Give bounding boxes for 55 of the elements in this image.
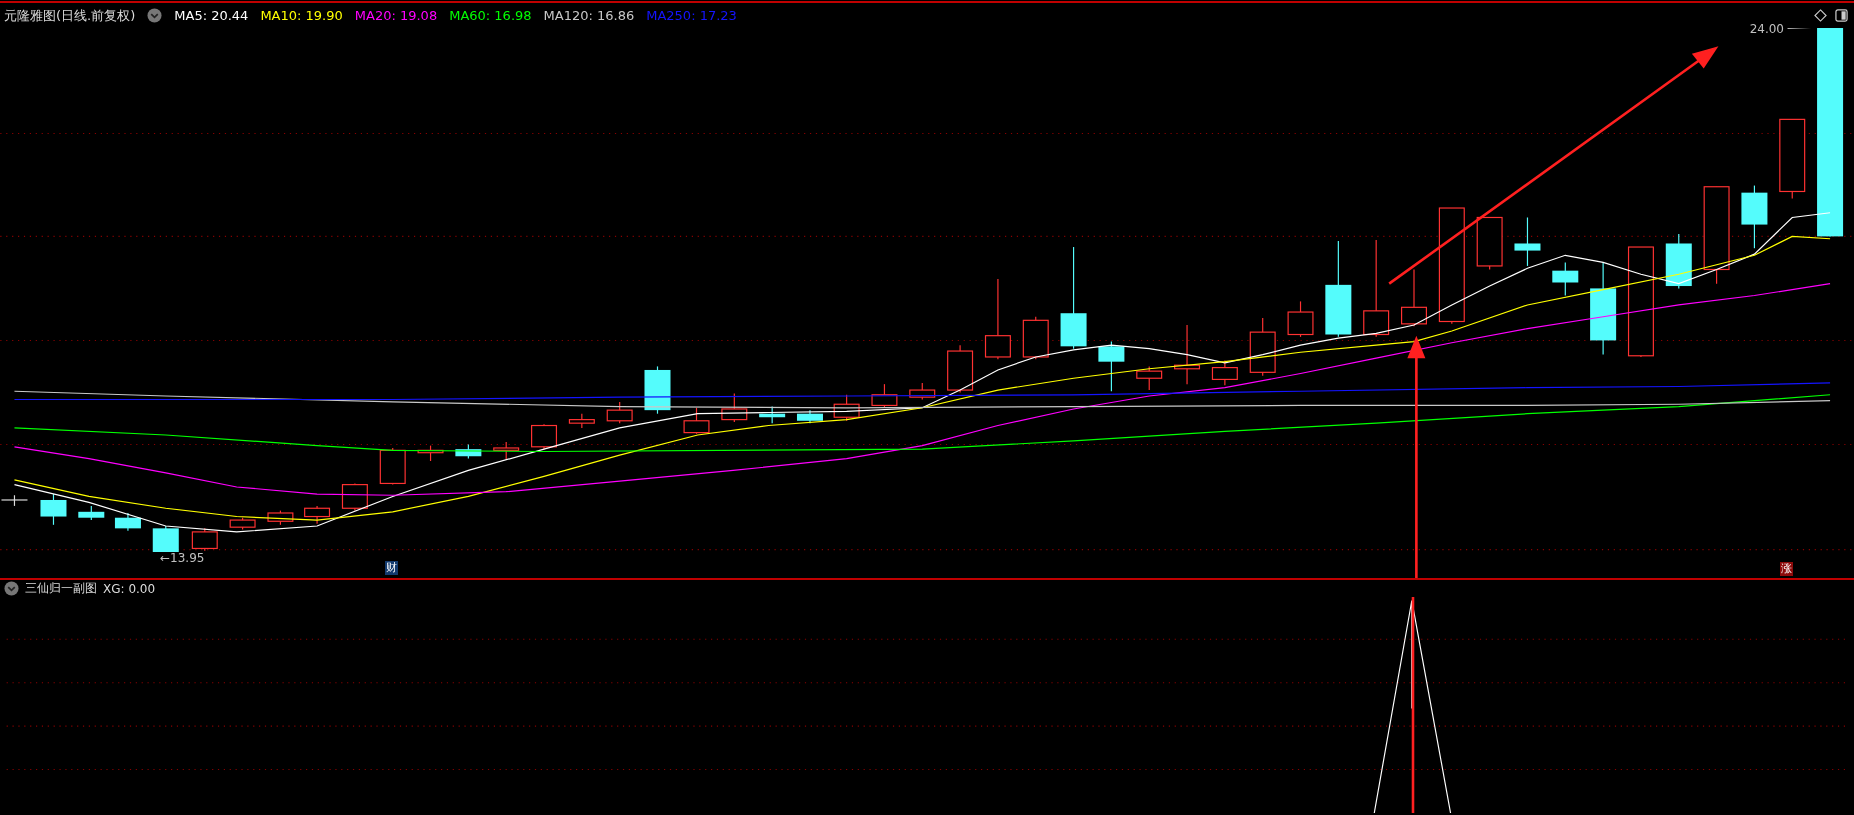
candlestick <box>455 443 482 460</box>
candlestick <box>1287 300 1314 338</box>
event-marker: 财 <box>385 561 398 575</box>
candlestick <box>341 482 368 512</box>
candlestick <box>493 441 520 461</box>
candlestick <box>1665 233 1692 289</box>
indicator-value: XG: 0.00 <box>103 581 156 596</box>
indicator-title: 三仙归一副图 <box>25 580 97 597</box>
candlestick <box>1136 365 1163 391</box>
indicator-value: MA5: 20.44 <box>174 8 249 23</box>
candlestick <box>1401 268 1427 327</box>
diamond-icon[interactable] <box>1814 9 1827 22</box>
indicator-value: MA20: 19.08 <box>354 8 438 23</box>
candlestick <box>0 494 29 507</box>
candlestick <box>1514 216 1541 267</box>
candlestick <box>909 382 936 401</box>
candlestick <box>229 517 256 531</box>
candlestick <box>1552 261 1579 297</box>
candlestick <box>721 393 748 423</box>
candlestick <box>947 344 974 393</box>
candlestick <box>568 413 595 429</box>
candlestick <box>797 409 823 424</box>
candlestick <box>531 423 557 450</box>
candlestick <box>267 510 294 526</box>
candlestick <box>644 365 671 415</box>
chart-title: 元隆雅图(日线.前复权) <box>4 6 136 25</box>
candlestick <box>417 445 444 462</box>
event-marker: 涨 <box>1780 562 1793 576</box>
candlestick <box>152 525 179 553</box>
candlestick <box>1249 317 1276 377</box>
indicator-value: MA10: 19.90 <box>260 8 343 23</box>
dropdown-icon[interactable] <box>4 581 19 596</box>
indicator-value: MA250: 17.23 <box>646 8 737 23</box>
candlestick <box>1741 185 1768 249</box>
candlestick <box>379 447 406 486</box>
candlestick <box>1022 316 1049 360</box>
panel-toggle-icon[interactable] <box>1835 9 1848 22</box>
dropdown-icon[interactable] <box>147 8 163 23</box>
price-label: 24.00 <box>1749 22 1784 36</box>
candlestick <box>40 493 67 526</box>
candlestick <box>78 505 105 521</box>
candlestick <box>191 527 218 552</box>
candlestick <box>304 505 331 525</box>
candlestick <box>759 406 786 424</box>
candlestick <box>1098 341 1125 392</box>
candlestick <box>871 383 898 409</box>
indicator-value: MA60: 16.98 <box>449 8 532 23</box>
candlestick <box>1174 324 1201 385</box>
candlestick <box>833 394 860 422</box>
price-label: ←13.95 <box>160 551 205 565</box>
candlestick <box>606 401 633 424</box>
candlestick <box>1476 216 1503 271</box>
candlestick <box>114 512 141 532</box>
candlestick <box>683 407 710 435</box>
indicator-value: MA120: 16.86 <box>543 8 635 23</box>
